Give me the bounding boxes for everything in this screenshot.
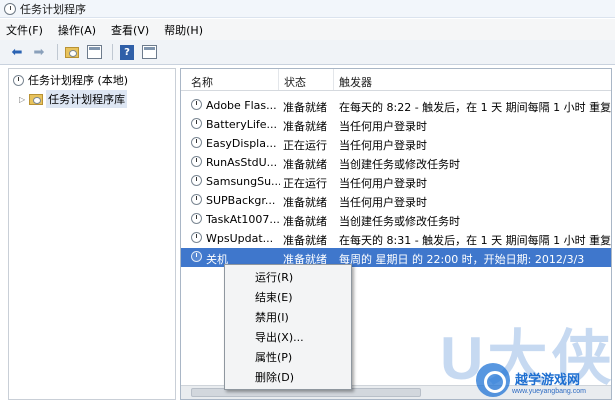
task-clock-icon [191,156,202,167]
up-folder-icon[interactable] [63,43,81,61]
task-clock-icon [191,213,202,224]
task-status: 正在运行 [283,139,327,152]
clock-icon [13,74,24,86]
table-row[interactable]: Adobe Flas... 准备就绪 在每天的 8:22 - 触发后，在 1 天… [181,96,612,115]
menu-view[interactable]: 查看(V) [105,22,158,38]
window-title: 任务计划程序 [20,2,86,16]
task-status: 准备就绪 [283,234,327,247]
table-row[interactable]: BatteryLife... 准备就绪 当任何用户登录时 [181,115,611,134]
task-clock-icon [191,118,202,129]
task-trigger: 在每天的 8:22 - 触发后，在 1 天 期间每隔 1 小时 重复 [339,101,612,114]
task-clock-icon [191,137,202,148]
context-menu-run[interactable]: 运行(R) [225,268,351,288]
context-menu-export[interactable]: 导出(X)... [225,328,351,348]
table-row[interactable]: WpsUpdat... 准备就绪 在每天的 8:31 - 触发后，在 1 天 期… [181,229,612,248]
help-icon[interactable]: ? [118,43,136,61]
table-header: 名称 状态 触发器 [181,69,611,91]
column-header-name[interactable]: 名称 [191,74,213,90]
menu-help[interactable]: 帮助(H) [158,22,212,38]
task-name: EasyDispla... [206,137,277,150]
tree-root-label: 任务计划程序 (本地) [28,74,129,87]
table-row[interactable]: SamsungSu... 正在运行 当任何用户登录时 [181,172,611,191]
back-arrow-icon[interactable]: ⬅ [8,43,26,61]
task-name: WpsUpdat... [206,232,274,245]
tree-item-task-library[interactable]: ▷ 任务计划程序库 [19,90,128,108]
folder-icon [29,93,44,105]
context-menu-properties[interactable]: 属性(P) [225,348,351,368]
watermark-logo-icon [476,363,510,397]
column-divider[interactable] [333,69,334,90]
column-header-trigger[interactable]: 触发器 [339,74,372,90]
show-hide-console-tree-icon[interactable] [85,43,103,61]
task-status: 准备就绪 [283,196,327,209]
task-scheduler-icon [4,2,16,15]
task-clock-icon [191,194,202,205]
task-name: RunAsStdU... [206,156,278,169]
task-status: 正在运行 [283,177,327,190]
watermark-url: www.yueyangbang.com [512,388,586,395]
task-clock-icon [191,232,202,243]
task-status: 准备就绪 [283,120,327,133]
task-trigger: 每周的 星期日 的 22:00 时，开始日期: 2012/3/3 [339,253,585,266]
expand-arrow-icon[interactable]: ▷ [19,95,25,104]
table-row[interactable]: RunAsStdU... 准备就绪 当创建任务或修改任务时 [181,153,611,172]
menu-file[interactable]: 文件(F) [0,22,52,38]
menu-bar: 文件(F) 操作(A) 查看(V) 帮助(H) [0,19,615,40]
table-row[interactable]: TaskAt1007... 准备就绪 当创建任务或修改任务时 [181,210,611,229]
task-name: SamsungSu... [206,175,280,188]
task-trigger: 当创建任务或修改任务时 [339,215,460,228]
task-clock-icon [191,251,202,262]
show-hide-action-pane-icon[interactable] [140,43,158,61]
toolbar-separator [112,44,113,60]
forward-arrow-icon[interactable]: ➡ [30,43,48,61]
task-name: SUPBackgr... [206,194,276,207]
task-name: BatteryLife... [206,118,278,131]
context-menu-delete[interactable]: 删除(D) [225,368,351,388]
task-trigger: 当任何用户登录时 [339,196,427,209]
title-bar: 任务计划程序 [0,0,615,18]
task-status: 准备就绪 [283,101,327,114]
toolbar-separator [57,44,58,60]
column-header-status[interactable]: 状态 [284,74,306,90]
task-clock-icon [191,175,202,186]
table-row[interactable]: EasyDispla... 正在运行 当任何用户登录时 [181,134,611,153]
context-menu-end[interactable]: 结束(E) [225,288,351,308]
menu-action[interactable]: 操作(A) [52,22,105,38]
task-name: Adobe Flas... [206,99,277,112]
task-trigger: 在每天的 8:31 - 触发后，在 1 天 期间每隔 1 小时 重复 [339,234,612,247]
context-menu: 运行(R) 结束(E) 禁用(I) 导出(X)... 属性(P) 删除(D) [224,264,352,390]
table-row[interactable]: SUPBackgr... 准备就绪 当任何用户登录时 [181,191,611,210]
column-divider[interactable] [278,69,279,90]
task-trigger: 当创建任务或修改任务时 [339,158,460,171]
task-name: TaskAt1007... [206,213,280,226]
toolbar: ⬅ ➡ ? [0,40,615,65]
task-trigger: 当任何用户登录时 [339,120,427,133]
context-menu-disable[interactable]: 禁用(I) [225,308,351,328]
task-status: 准备就绪 [283,158,327,171]
task-clock-icon [191,99,202,110]
watermark-site-name: 越学游戏网 [515,373,581,388]
task-status: 准备就绪 [283,215,327,228]
task-trigger: 当任何用户登录时 [339,139,427,152]
tree-root-item[interactable]: 任务计划程序 (本地) [13,72,128,88]
console-tree: 任务计划程序 (本地) ▷ 任务计划程序库 [8,68,176,400]
tree-item-label: 任务计划程序库 [46,90,128,108]
task-trigger: 当任何用户登录时 [339,177,427,190]
